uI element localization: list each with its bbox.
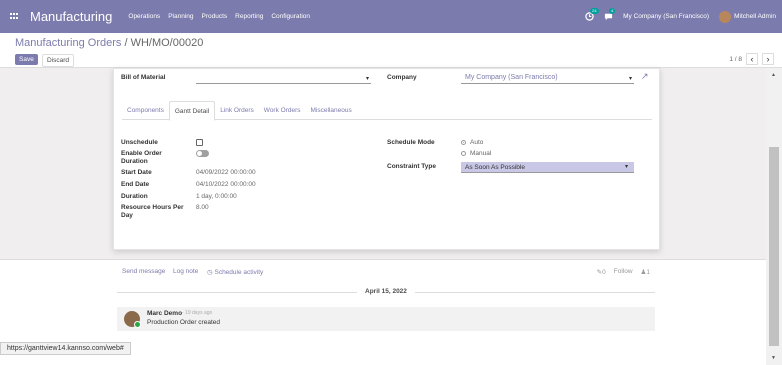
scroll-up-arrow-icon[interactable]: ▲ [771, 72, 776, 78]
message-badge: 4 [609, 8, 616, 14]
separator-line-right [415, 292, 655, 293]
breadcrumb-current: WH/MO/00020 [130, 37, 204, 49]
scrollbar-thumb[interactable] [769, 147, 779, 346]
company-switcher[interactable]: My Company (San Francisco) [623, 13, 709, 20]
schedule-activity-label: Schedule activity [214, 269, 264, 276]
external-link-icon[interactable]: ↗ [641, 71, 649, 82]
duration-label: Duration [121, 193, 148, 200]
schedule-mode-manual-label[interactable]: Manual [470, 150, 491, 157]
schedule-mode-manual-radio[interactable] [461, 151, 466, 156]
pager-value[interactable]: 1 / 8 [729, 56, 742, 63]
followers-button[interactable]: ♟1 [641, 268, 650, 276]
user-menu[interactable]: Mitchell Admin [719, 10, 776, 23]
top-navbar: Manufacturing Operations Planning Produc… [0, 0, 782, 33]
menu-products[interactable]: Products [202, 13, 228, 20]
save-button[interactable]: Save [15, 54, 38, 65]
duration-value[interactable]: 1 day, 0:00:00 [196, 193, 237, 200]
enable-order-duration-label: Enable Order Duration [121, 150, 162, 165]
activity-menu[interactable]: 24 [585, 8, 599, 21]
caret-down-icon: ▾ [628, 76, 632, 82]
chevron-left-icon: ‹ [750, 54, 754, 64]
breadcrumb-separator: / [124, 37, 128, 49]
user-avatar [719, 10, 732, 23]
tab-miscellaneous[interactable]: Miscellaneous [306, 101, 357, 119]
scroll-down-arrow-icon[interactable]: ▼ [771, 355, 776, 361]
navbar-systray: 24 4 My Company (San Francisco) Mitchell… [585, 8, 782, 23]
message-body: Production Order created [147, 319, 220, 326]
date-separator-text: April 15, 2022 [365, 288, 407, 295]
end-date-label: End Date [121, 181, 150, 188]
menu-configuration[interactable]: Configuration [271, 13, 310, 20]
breadcrumb-parent[interactable]: Manufacturing Orders [15, 37, 121, 49]
notebook-tabs: Components Gantt Detail Link Orders Work… [122, 101, 652, 121]
follow-area: ✎0 Follow ♟1 [597, 268, 650, 276]
caret-down-icon: ▾ [624, 164, 628, 170]
unschedule-checkbox[interactable] [196, 139, 203, 146]
resource-hours-per-day-label: Resource Hours Per Day [121, 204, 184, 219]
form-sheet: Bill of Material ▾ Company My Company (S… [113, 68, 660, 250]
schedule-mode-label: Schedule Mode [387, 139, 435, 146]
resource-hours-per-day-value[interactable]: 8.00 [196, 204, 209, 211]
main-scrollbar[interactable]: ▲ ▼ [766, 68, 782, 365]
tab-work-orders[interactable]: Work Orders [259, 101, 306, 119]
company-label: Company [387, 74, 417, 81]
attachments-button[interactable]: ✎0 [597, 268, 606, 276]
followers-count: 1 [646, 269, 650, 276]
constraint-type-select[interactable]: As Soon As Possible ▾ [461, 162, 634, 173]
message-author-avatar[interactable] [124, 311, 141, 328]
bill-of-material-label: Bill of Material [121, 74, 166, 81]
menu-operations[interactable]: Operations [128, 13, 160, 20]
messaging-menu[interactable]: 4 [604, 8, 616, 21]
control-panel: Manufacturing Orders / WH/MO/00020 Save … [0, 33, 782, 68]
status-url-bar: https://ganttview14.kannso.com/web# [0, 342, 131, 355]
start-date-value[interactable]: 04/09/2022 00:00:00 [196, 169, 256, 176]
unschedule-label: Unschedule [121, 139, 158, 146]
discard-button[interactable]: Discard [42, 54, 75, 67]
breadcrumb: Manufacturing Orders / WH/MO/00020 [15, 37, 203, 49]
schedule-activity-button[interactable]: ◷ Schedule activity [207, 268, 263, 276]
menu-planning[interactable]: Planning [168, 13, 193, 20]
message-author[interactable]: Marc Demo [147, 310, 182, 317]
date-separator: April 15, 2022 [117, 285, 655, 299]
tab-link-orders[interactable]: Link Orders [215, 101, 259, 119]
activity-badge: 24 [590, 8, 599, 14]
chatter-message: Marc Demo - 19 days ago Production Order… [117, 307, 655, 331]
separator-line-left [117, 292, 357, 293]
bill-of-material-select[interactable]: ▾ [196, 74, 371, 84]
caret-down-icon: ▾ [365, 76, 369, 82]
app-name[interactable]: Manufacturing [30, 9, 112, 24]
log-note-button[interactable]: Log note [173, 268, 198, 275]
apps-menu-icon[interactable] [10, 12, 20, 21]
constraint-type-label: Constraint Type [387, 163, 436, 170]
tab-components[interactable]: Components [122, 101, 169, 119]
follow-button[interactable]: Follow [614, 268, 633, 276]
message-time: - 19 days ago [182, 310, 213, 316]
start-date-label: Start Date [121, 169, 152, 176]
end-date-value[interactable]: 04/10/2022 00:00:00 [196, 181, 256, 188]
constraint-type-value: As Soon As Possible [465, 164, 525, 171]
company-value: My Company (San Francisco) [465, 74, 558, 81]
tab-gantt-detail[interactable]: Gantt Detail [168, 101, 216, 121]
pager: 1 / 8 ‹ › [729, 53, 774, 65]
company-select[interactable]: My Company (San Francisco) ▾ [461, 74, 634, 84]
enable-order-duration-toggle[interactable] [196, 150, 209, 157]
schedule-mode-auto-radio[interactable] [461, 140, 466, 145]
send-message-button[interactable]: Send message [122, 268, 165, 275]
menu-reporting[interactable]: Reporting [235, 13, 263, 20]
chevron-right-icon: › [766, 54, 770, 64]
clock-icon: ◷ [207, 269, 213, 276]
pager-next-button[interactable]: › [762, 53, 774, 65]
pager-previous-button[interactable]: ‹ [746, 53, 758, 65]
schedule-mode-auto-label[interactable]: Auto [470, 139, 483, 146]
main-menu: Operations Planning Products Reporting C… [128, 13, 310, 20]
attachments-count: 0 [602, 269, 606, 276]
user-name: Mitchell Admin [734, 13, 776, 20]
